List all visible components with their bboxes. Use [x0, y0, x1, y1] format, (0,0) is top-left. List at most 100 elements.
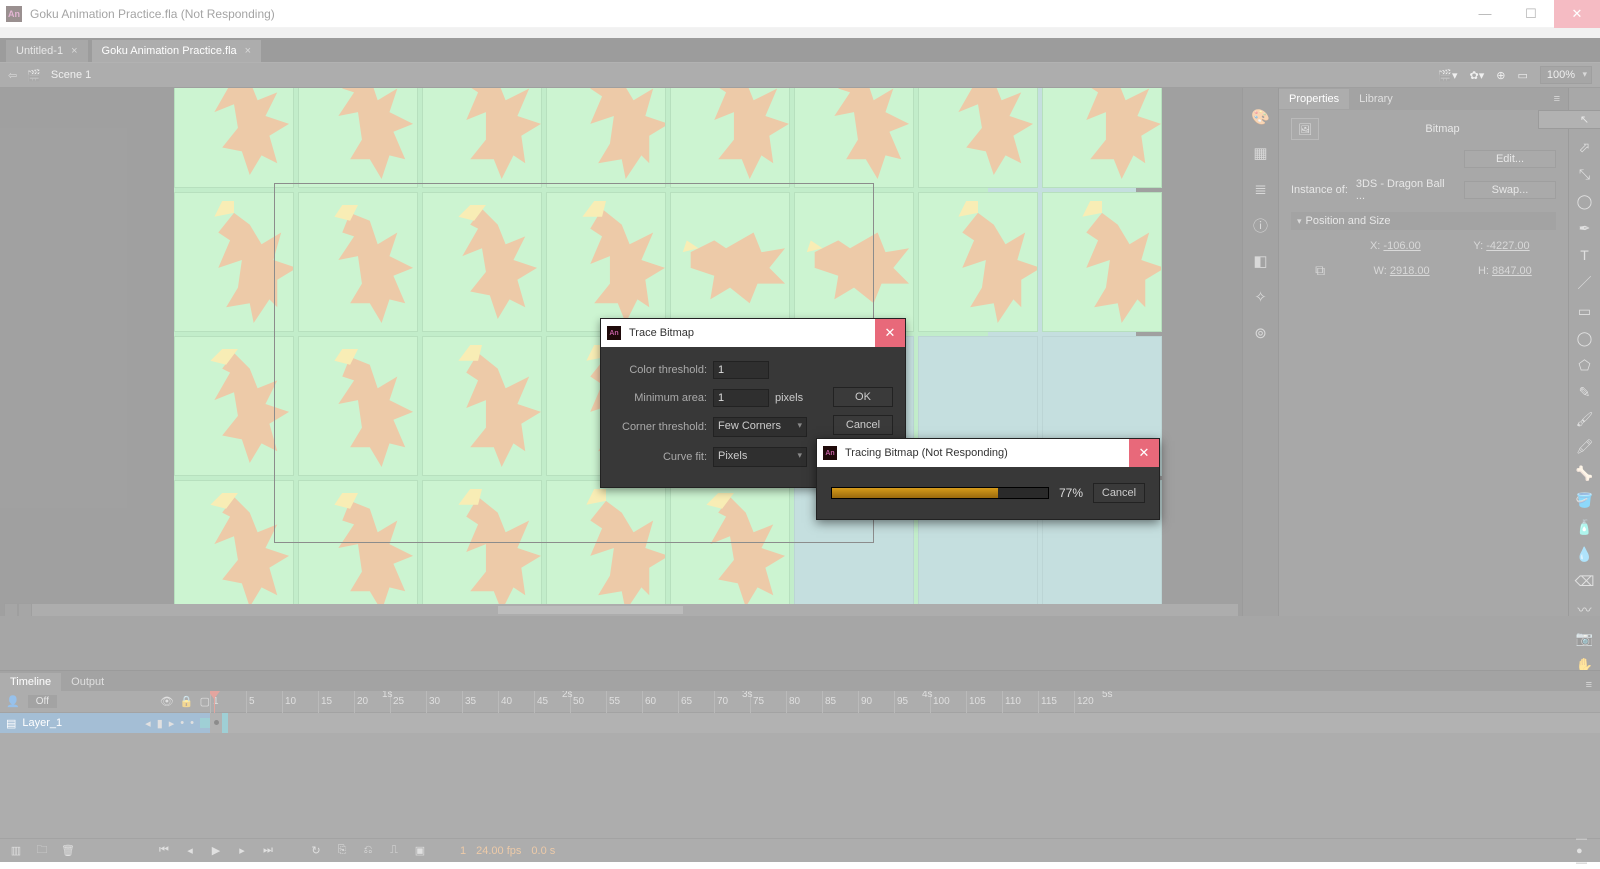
window-minimize-button[interactable]: — — [1462, 0, 1508, 28]
timeline-menu-icon[interactable]: ≡ — [1586, 679, 1600, 691]
clip-content-icon[interactable]: ▭ — [1517, 69, 1527, 82]
selection-tool-icon[interactable]: ↖ — [1538, 110, 1600, 129]
color-threshold-input[interactable] — [713, 361, 769, 379]
free-transform-tool-icon[interactable]: ⤡ — [1574, 166, 1596, 183]
layer-next-icon[interactable]: ▸ — [169, 717, 175, 730]
tab-output[interactable]: Output — [61, 673, 114, 691]
window-close-button[interactable]: ✕ — [1554, 0, 1600, 28]
y-value[interactable]: -4227.00 — [1486, 240, 1529, 252]
scene-name[interactable]: Scene 1 — [51, 69, 91, 81]
info-panel-icon[interactable]: ⓘ — [1252, 216, 1270, 234]
window-maximize-button[interactable]: ☐ — [1508, 0, 1554, 28]
new-folder-icon[interactable]: 🗀 — [34, 841, 50, 860]
play-icon[interactable]: ▶ — [208, 844, 224, 857]
zoom-select[interactable]: 100% — [1540, 66, 1592, 84]
w-value[interactable]: 2918.00 — [1390, 265, 1430, 277]
tab-close-icon[interactable]: × — [245, 45, 251, 57]
cancel-button[interactable]: Cancel — [1093, 483, 1145, 503]
subselection-tool-icon[interactable]: ⬀ — [1574, 139, 1596, 156]
playhead[interactable] — [214, 691, 215, 713]
go-first-frame-icon[interactable]: ⏮ — [156, 844, 172, 857]
fps-value[interactable]: 24.00 fps — [476, 845, 521, 857]
camera-tool-icon[interactable]: 📷 — [1574, 630, 1596, 647]
frame-ruler[interactable]: 1510152025303540455055606570758085909510… — [210, 691, 1600, 713]
onion-skin-range-icon[interactable]: ⎘ — [334, 844, 350, 857]
document-tab[interactable]: Untitled-1 × — [6, 40, 88, 62]
timeline-zoom-slider[interactable]: —●— — [1576, 833, 1592, 869]
layer-highlight-icon[interactable]: ▮ — [157, 717, 163, 730]
lasso-tool-icon[interactable]: ◯ — [1574, 193, 1596, 210]
document-tab[interactable]: Goku Animation Practice.fla × — [92, 40, 262, 62]
ink-bottle-tool-icon[interactable]: 🧴 — [1574, 519, 1596, 536]
window-titlebar: An Goku Animation Practice.fla (Not Resp… — [0, 0, 1600, 28]
horizontal-scrollbar[interactable] — [4, 604, 1238, 616]
h-value[interactable]: 8847.00 — [1492, 265, 1532, 277]
keyframe[interactable] — [210, 713, 222, 733]
go-last-frame-icon[interactable]: ⏭ — [260, 844, 276, 857]
swatches-panel-icon[interactable]: ▦ — [1252, 144, 1270, 162]
center-stage-icon[interactable]: ⊕ — [1496, 69, 1505, 82]
cc-libraries-icon[interactable]: ⊚ — [1252, 324, 1270, 342]
frames-track[interactable] — [210, 713, 1600, 733]
paint-brush-tool-icon[interactable]: 🖍 — [1574, 438, 1596, 455]
onion-outlines-icon[interactable]: ⎌ — [360, 844, 376, 857]
cancel-button[interactable]: Cancel — [833, 415, 893, 435]
color-panel-icon[interactable]: 🎨 — [1252, 108, 1270, 126]
text-tool-icon[interactable]: T — [1574, 247, 1596, 263]
step-forward-icon[interactable]: ▸ — [234, 844, 250, 857]
edit-multiple-frames-icon[interactable]: ⎍ — [386, 844, 402, 857]
loop-icon[interactable]: ↻ — [308, 844, 324, 857]
align-panel-icon[interactable]: ≣ — [1252, 180, 1270, 198]
line-tool-icon[interactable]: ／ — [1574, 273, 1596, 293]
pen-tool-icon[interactable]: ✒ — [1574, 220, 1596, 237]
min-area-input[interactable] — [713, 389, 769, 407]
pencil-tool-icon[interactable]: ✎ — [1574, 384, 1596, 401]
layer-lock-icon[interactable]: 🔒 — [180, 695, 194, 708]
scene-back-icon[interactable]: ⇦ — [8, 69, 17, 82]
corner-threshold-select[interactable]: Few Corners — [713, 417, 807, 437]
tab-timeline[interactable]: Timeline — [0, 673, 61, 691]
tab-properties[interactable]: Properties — [1279, 89, 1349, 109]
rectangle-tool-icon[interactable]: ▭ — [1574, 303, 1596, 320]
new-layer-icon[interactable]: ▥ — [8, 844, 24, 857]
min-area-label: Minimum area: — [615, 392, 707, 404]
paint-bucket-tool-icon[interactable]: 🪣 — [1574, 492, 1596, 509]
layer-guide-icon[interactable]: ◂ — [145, 717, 151, 730]
onion-skin-icon[interactable]: 👤 — [6, 695, 20, 708]
polystar-tool-icon[interactable]: ⬠ — [1574, 357, 1596, 374]
ok-button[interactable]: OK — [833, 387, 893, 407]
curve-fit-select[interactable]: Pixels — [713, 447, 807, 467]
eraser-tool-icon[interactable]: ⌫ — [1574, 573, 1596, 590]
tracing-progress-dialog: An Tracing Bitmap (Not Responding) ✕ 77%… — [816, 438, 1160, 520]
components-panel-icon[interactable]: ✧ — [1252, 288, 1270, 306]
oval-tool-icon[interactable]: ◯ — [1574, 330, 1596, 347]
tools-panel: ↖ ⬀ ⤡ ◯ ✒ T ／ ▭ ◯ ⬠ ✎ 🖌 🖍 🦴 🪣 🧴 💧 ⌫ 〰 📷 … — [1568, 88, 1600, 616]
layer-outline-icon[interactable]: ▢ — [200, 695, 210, 708]
panel-menu-icon[interactable]: ≡ — [1554, 93, 1568, 105]
edit-scene-icon[interactable]: 🎬▾ — [1438, 69, 1457, 82]
position-size-header[interactable]: Position and Size — [1291, 212, 1556, 230]
x-value[interactable]: -106.00 — [1383, 240, 1420, 252]
layer-color-swatch[interactable] — [200, 718, 210, 728]
step-back-icon[interactable]: ◂ — [182, 844, 198, 857]
center-frame-icon[interactable]: ▣ — [412, 844, 428, 857]
delete-layer-icon[interactable]: 🗑 — [60, 844, 76, 857]
edit-button[interactable]: Edit... — [1464, 150, 1556, 168]
link-wh-icon[interactable]: ⧉ — [1315, 262, 1325, 279]
layer-row[interactable]: ▤ Layer_1 ◂ ▮ ▸ •• — [0, 713, 210, 733]
bone-tool-icon[interactable]: 🦴 — [1574, 465, 1596, 482]
tab-library[interactable]: Library — [1349, 89, 1403, 109]
brush-tool-icon[interactable]: 🖌 — [1574, 411, 1596, 428]
transform-panel-icon[interactable]: ◧ — [1252, 252, 1270, 270]
current-frame[interactable]: 1 — [460, 845, 466, 857]
dialog-close-button[interactable]: ✕ — [875, 319, 905, 347]
edit-symbols-icon[interactable]: ✿▾ — [1469, 69, 1484, 82]
dialog-close-button[interactable]: ✕ — [1129, 439, 1159, 467]
instance-name: 3DS - Dragon Ball ... — [1356, 178, 1456, 202]
tab-close-icon[interactable]: × — [71, 45, 77, 57]
progress-percent: 77% — [1059, 486, 1083, 500]
eyedropper-tool-icon[interactable]: 💧 — [1574, 546, 1596, 563]
width-tool-icon[interactable]: 〰 — [1574, 600, 1596, 620]
layer-visibility-icon[interactable]: 👁 — [160, 695, 174, 708]
swap-button[interactable]: Swap... — [1464, 181, 1556, 199]
